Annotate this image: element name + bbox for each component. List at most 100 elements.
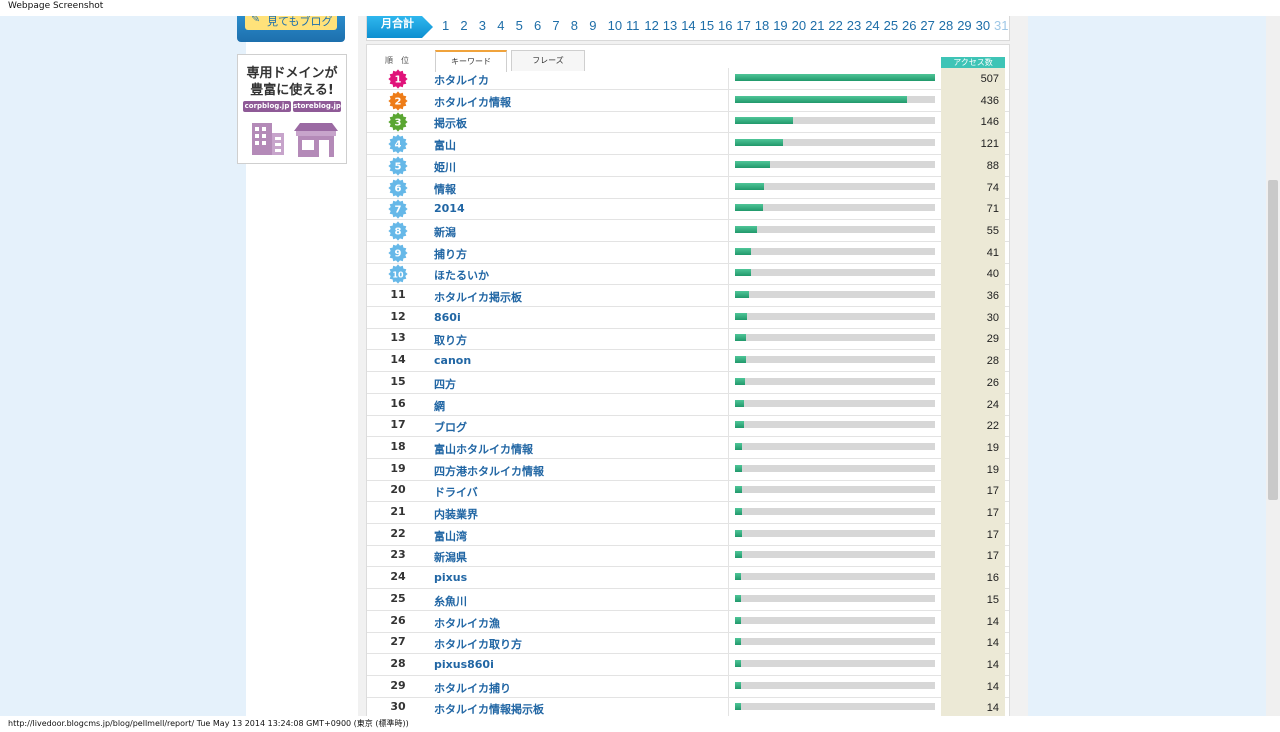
keyword-link[interactable]: ほたるいか xyxy=(434,267,489,283)
rank-badge-icon: 7 xyxy=(388,199,408,219)
day-link-18[interactable]: 18 xyxy=(755,18,769,33)
day-link-23[interactable]: 23 xyxy=(847,18,861,33)
keyword-link[interactable]: 掲示板 xyxy=(434,115,467,131)
keyword-link[interactable]: ホタルイカ xyxy=(434,72,489,88)
day-link-14[interactable]: 14 xyxy=(681,18,695,33)
access-bar xyxy=(735,703,741,711)
day-link-24[interactable]: 24 xyxy=(865,18,879,33)
table-row: 4 富山 121 xyxy=(367,133,1009,156)
keyword-link[interactable]: 四方 xyxy=(434,376,456,392)
window-title-bar: Webpage Screenshot xyxy=(0,0,1280,16)
table-row: 30 ホタルイカ情報掲示板 14 xyxy=(367,697,1009,716)
day-link-11[interactable]: 11 xyxy=(626,18,640,33)
day-link-13[interactable]: 13 xyxy=(663,18,677,33)
rank-number: 23 xyxy=(390,548,406,562)
keyword-link[interactable]: 情報 xyxy=(434,181,456,197)
day-link-27[interactable]: 27 xyxy=(920,18,934,33)
sidebar-top-button[interactable]: ✎ 見てもブログ xyxy=(237,16,345,42)
rank-number: 26 xyxy=(390,613,406,627)
keyword-link[interactable]: 富山ホタルイカ情報 xyxy=(434,441,533,457)
day-link-6[interactable]: 6 xyxy=(534,18,541,33)
day-link-17[interactable]: 17 xyxy=(736,18,750,33)
day-link-3[interactable]: 3 xyxy=(479,18,486,33)
access-bar xyxy=(735,421,744,429)
column-divider xyxy=(728,502,729,524)
column-divider xyxy=(728,263,729,286)
access-bar-track xyxy=(735,551,935,559)
table-row: 26 ホタルイカ漁 14 xyxy=(367,610,1009,633)
access-bar-track xyxy=(735,703,935,711)
day-link-30[interactable]: 30 xyxy=(976,18,990,33)
keyword-link[interactable]: ブログ xyxy=(434,419,467,435)
month-total-label[interactable]: 月合計 xyxy=(367,16,433,38)
keyword-link[interactable]: 新潟県 xyxy=(434,549,467,565)
column-divider xyxy=(728,176,729,199)
keyword-link[interactable]: ドライバ xyxy=(434,484,478,500)
keyword-link[interactable]: ホタルイカ掲示板 xyxy=(434,289,522,305)
access-bar-track xyxy=(735,117,935,125)
keyword-link[interactable]: 糸魚川 xyxy=(434,593,467,609)
day-link-21[interactable]: 21 xyxy=(810,18,824,33)
day-link-28[interactable]: 28 xyxy=(939,18,953,33)
table-row: 15 四方 26 xyxy=(367,371,1009,394)
day-link-16[interactable]: 16 xyxy=(718,18,732,33)
table-row: 10 ほたるいか 40 xyxy=(367,263,1009,286)
column-divider xyxy=(728,632,729,655)
access-bar-track xyxy=(735,291,935,298)
rank-number: 21 xyxy=(390,505,406,518)
keyword-link[interactable]: ホタルイカ情報 xyxy=(434,94,511,110)
keyword-link[interactable]: 富山 xyxy=(434,137,456,153)
keyword-link[interactable]: ホタルイカ捕り xyxy=(434,680,511,696)
keyword-link[interactable]: 2014 xyxy=(434,202,465,215)
column-divider xyxy=(728,111,729,134)
office-building-icon xyxy=(252,123,284,155)
access-bar xyxy=(735,356,747,364)
day-link-20[interactable]: 20 xyxy=(792,18,806,33)
day-link-7[interactable]: 7 xyxy=(552,18,559,33)
domain-ad-banner[interactable]: 専用ドメインが 豊富に使える! corpblog.jp storeblog.jp xyxy=(237,54,347,164)
keyword-link[interactable]: 取り方 xyxy=(434,332,467,348)
vertical-scrollbar[interactable] xyxy=(1266,16,1280,716)
day-link-22[interactable]: 22 xyxy=(828,18,842,33)
keyword-link[interactable]: 四方港ホタルイカ情報 xyxy=(434,463,544,479)
keyword-link[interactable]: 捕り方 xyxy=(434,246,467,262)
keyword-link[interactable]: 富山湾 xyxy=(434,528,467,544)
keyword-link[interactable]: 網 xyxy=(434,398,445,414)
keyword-link[interactable]: 姫川 xyxy=(434,159,456,175)
keyword-link[interactable]: pixus xyxy=(434,571,467,584)
keyword-link[interactable]: 内装業界 xyxy=(434,506,478,522)
day-link-2[interactable]: 2 xyxy=(460,18,467,33)
keyword-link[interactable]: pixus860i xyxy=(434,658,494,671)
scrollbar-thumb[interactable] xyxy=(1268,180,1278,500)
day-link-1[interactable]: 1 xyxy=(442,18,449,33)
column-divider xyxy=(728,545,729,568)
keyword-link[interactable]: ホタルイカ漁 xyxy=(434,615,500,631)
keyword-link[interactable]: 新潟 xyxy=(434,224,456,240)
rank-number: 11 xyxy=(390,288,406,301)
column-divider xyxy=(728,415,729,438)
day-link-26[interactable]: 26 xyxy=(902,18,916,33)
table-row: 28 pixus860i 14 xyxy=(367,653,1009,676)
day-link-29[interactable]: 29 xyxy=(957,18,971,33)
day-link-19[interactable]: 19 xyxy=(773,18,787,33)
rank-number: 25 xyxy=(390,591,406,605)
day-link-10[interactable]: 10 xyxy=(608,18,622,33)
keyword-link[interactable]: canon xyxy=(434,354,471,367)
day-link-12[interactable]: 12 xyxy=(644,18,658,33)
day-link-9[interactable]: 9 xyxy=(589,18,596,33)
day-link-25[interactable]: 25 xyxy=(884,18,898,33)
column-divider xyxy=(728,567,729,590)
keyword-link[interactable]: ホタルイカ情報掲示板 xyxy=(434,701,544,716)
access-bar xyxy=(735,225,757,233)
day-link-8[interactable]: 8 xyxy=(571,18,578,33)
access-bar-track xyxy=(735,421,935,429)
day-link-31[interactable]: 31 xyxy=(994,18,1008,33)
keyword-link[interactable]: 860i xyxy=(434,311,461,324)
day-link-4[interactable]: 4 xyxy=(497,18,504,33)
keyword-link[interactable]: ホタルイカ取り方 xyxy=(434,636,522,652)
day-link-5[interactable]: 5 xyxy=(516,18,523,33)
rank-number: 30 xyxy=(390,700,406,714)
day-link-15[interactable]: 15 xyxy=(700,18,714,33)
access-count: 22 xyxy=(941,415,1005,438)
table-row: 6 情報 74 xyxy=(367,176,1009,199)
